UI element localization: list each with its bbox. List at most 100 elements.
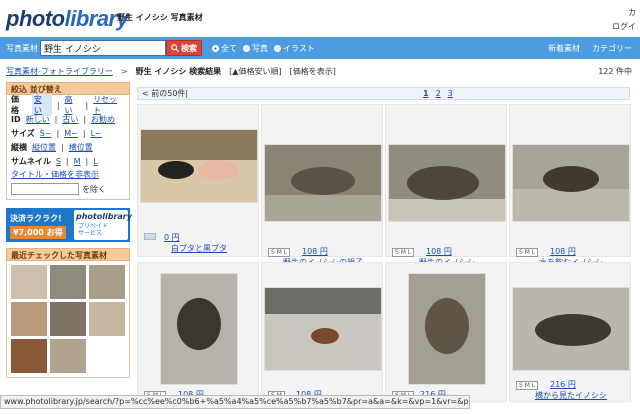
- hide-title-price-link[interactable]: タイトル・価格を非表示: [11, 169, 125, 180]
- nav-new-items[interactable]: 新着素材: [548, 43, 580, 54]
- browser-status-bar: www.photolibrary.jp/search/?p=%cc%ee%c0%…: [0, 395, 470, 409]
- search-type-radios: 全て 写真 イラスト: [212, 43, 315, 54]
- banner-headline: 決済ラクラク!: [10, 214, 62, 223]
- radio-illust[interactable]: イラスト: [274, 43, 315, 54]
- recent-thumb[interactable]: [11, 339, 47, 373]
- filter-id: ID 新しい | 古い | お勧め: [11, 114, 116, 125]
- filter-id-old[interactable]: 古い: [62, 114, 78, 125]
- sidebar: 絞込 並び替え 価格 安い | 高い | リセット ID 新しい | 古い | お勧め …: [6, 82, 132, 378]
- page-link-3[interactable]: 3: [448, 89, 453, 98]
- page-links: 1 2 3: [423, 89, 453, 98]
- sort-indicator[interactable]: [▲価格安い順]: [229, 66, 281, 77]
- filter-panel: 価格 安い | 高い | リセット ID 新しい | 古い | お勧め サイズ S~ | …: [6, 94, 130, 200]
- filter-size-m[interactable]: M~: [64, 129, 78, 138]
- boar-image: [177, 298, 221, 350]
- result-card: S M 108 円: [261, 262, 383, 402]
- result-card: S M L 108 円: [137, 262, 259, 402]
- page-link-2[interactable]: 2: [436, 89, 441, 98]
- filter-size-label: サイズ: [11, 128, 35, 138]
- filter-size-l[interactable]: L~: [91, 129, 102, 138]
- recent-thumb[interactable]: [50, 302, 86, 336]
- exclude-keyword-row: を除く: [11, 183, 125, 195]
- pigs-image: [141, 130, 257, 180]
- thumb-size-s[interactable]: S: [56, 157, 61, 166]
- filter-landscape[interactable]: 横位置: [69, 142, 93, 153]
- recent-thumb[interactable]: [11, 302, 47, 336]
- exclude-keyword-input[interactable]: [11, 183, 79, 195]
- filter-size-s[interactable]: S~: [40, 129, 52, 138]
- result-image[interactable]: [264, 144, 382, 222]
- filter-orientation: 縦横 縦位置 | 横位置: [11, 142, 93, 153]
- search-input[interactable]: [40, 40, 166, 56]
- boar-image: [265, 167, 381, 221]
- result-price[interactable]: 108 円: [302, 246, 328, 257]
- filter-thumbnail: サムネイル S | M | L: [11, 156, 98, 166]
- radio-dot-icon: [243, 45, 250, 52]
- recent-thumb[interactable]: [89, 302, 125, 336]
- show-price-toggle[interactable]: [価格を表示]: [290, 66, 336, 77]
- result-price[interactable]: 108 円: [550, 246, 576, 257]
- filter-id-recommend[interactable]: お勧め: [91, 114, 115, 125]
- result-image[interactable]: [512, 144, 630, 222]
- result-card: 0 円 白ブタと黒ブタ: [137, 104, 259, 257]
- recent-items-title: 最近チェックした写真素材: [6, 248, 130, 261]
- site-logo[interactable]: photolibrary: [6, 6, 129, 32]
- result-image[interactable]: [140, 129, 258, 203]
- result-card: S M L 108 円 野生のイノシシ: [385, 104, 507, 267]
- page-link-1[interactable]: 1: [423, 89, 429, 98]
- filter-orientation-label: 縦横: [11, 142, 27, 152]
- banner-sub2: サービス: [78, 230, 103, 237]
- banner-sub1: プリペイド: [78, 223, 109, 230]
- result-price[interactable]: 0 円: [164, 232, 180, 243]
- filter-portrait[interactable]: 縦位置: [32, 142, 56, 153]
- result-price[interactable]: 216 円: [550, 379, 576, 390]
- filter-id-new[interactable]: 新しい: [26, 114, 50, 125]
- image-type-icon: [144, 233, 156, 240]
- result-title[interactable]: 白ブタと黒ブタ: [140, 243, 258, 254]
- boar-image: [265, 288, 381, 344]
- site-header: photolibrary 野生 イノシシ 写真素材 カ ログイ: [0, 0, 640, 36]
- results-grid: 0 円 白ブタと黒ブタ S M L 108 円 野生のイノシシの親子 S M L…: [137, 104, 631, 267]
- search-button[interactable]: 検索: [166, 40, 202, 56]
- result-image[interactable]: [388, 144, 506, 222]
- recent-thumb[interactable]: [50, 265, 86, 299]
- recent-thumb[interactable]: [11, 265, 47, 299]
- banner-subtext: プリペイド サービス: [78, 223, 108, 237]
- radio-all[interactable]: 全て: [212, 43, 237, 54]
- result-card: S M L 216 円 横から見たイノシシ: [509, 262, 631, 402]
- size-badge: S M L: [516, 248, 539, 257]
- result-image[interactable]: [512, 287, 630, 371]
- result-card: S M L 108 円 水を飲むイノシシ: [509, 104, 631, 267]
- recent-thumb[interactable]: [89, 265, 125, 299]
- thumb-size-l[interactable]: L: [93, 157, 97, 166]
- search-icon: [171, 44, 179, 52]
- breadcrumb-home[interactable]: 写真素材-フォトライブラリー: [6, 66, 113, 77]
- boar-image: [389, 166, 505, 221]
- site-tagline: 野生 イノシシ 写真素材: [117, 13, 203, 22]
- login-link[interactable]: ログイ: [612, 20, 636, 34]
- cart-link[interactable]: カ: [612, 6, 636, 20]
- recent-thumb[interactable]: [50, 339, 86, 373]
- result-image[interactable]: [408, 273, 486, 385]
- nav-categories[interactable]: カテゴリー: [592, 43, 632, 54]
- radio-illust-label: イラスト: [283, 44, 315, 53]
- breadcrumb-separator: >: [120, 67, 128, 76]
- search-bar: 写真素材 検索 全て 写真 イラスト 新着素材 カテゴリー: [0, 37, 640, 59]
- result-price[interactable]: 108 円: [426, 246, 452, 257]
- search-category-label: 写真素材: [6, 44, 38, 53]
- banner-discount: ¥7,000 お得: [10, 226, 66, 239]
- pager-prev[interactable]: < 前の50件|: [142, 88, 188, 99]
- result-image[interactable]: [160, 273, 238, 385]
- radio-dot-icon: [212, 45, 219, 52]
- radio-photo[interactable]: 写真: [243, 43, 268, 54]
- thumb-size-m[interactable]: M: [74, 157, 81, 166]
- filter-price-label: 価格: [11, 95, 19, 115]
- search-button-label: 検索: [181, 43, 197, 53]
- prepaid-banner[interactable]: 決済ラクラク! ¥7,000 お得 photolibrary プリペイド サービス: [6, 208, 132, 242]
- results-grid-row2: S M L 108 円 S M 108 円 S M L 216 円 S M L …: [137, 262, 631, 402]
- result-image[interactable]: [264, 287, 382, 371]
- filter-price: 価格 安い | 高い | リセット: [11, 94, 125, 116]
- result-card: S M L 108 円 野生のイノシシの親子: [261, 104, 383, 267]
- result-title[interactable]: 横から見たイノシシ: [512, 390, 630, 401]
- filter-thumbnail-label: サムネイル: [11, 156, 51, 166]
